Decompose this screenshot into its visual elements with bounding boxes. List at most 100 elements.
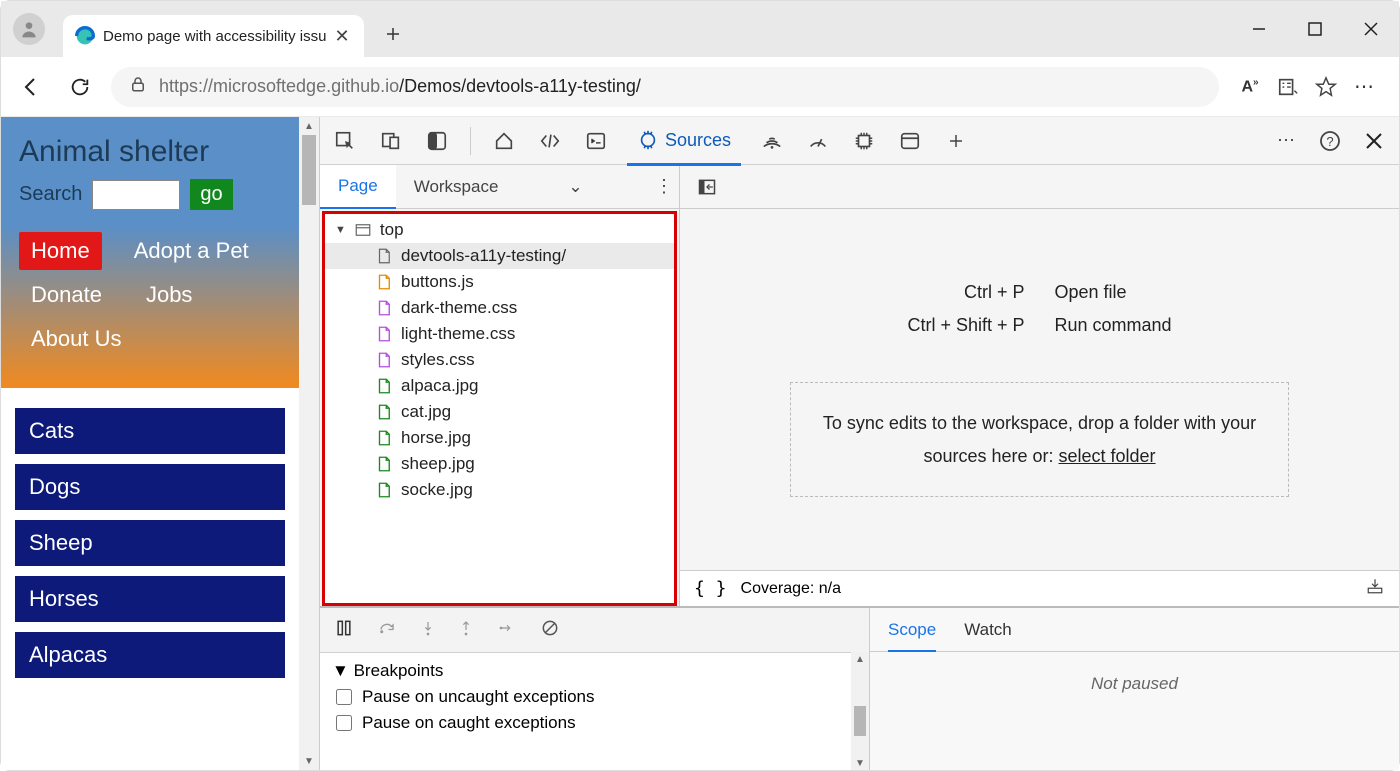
step-into-icon[interactable] [420, 618, 436, 643]
window-close-button[interactable] [1343, 5, 1399, 53]
file-icon [375, 376, 393, 396]
shortcut-desc: Run command [1055, 315, 1225, 336]
performance-tab-icon[interactable] [803, 126, 833, 156]
tree-top-folder[interactable]: ▼ top [325, 220, 674, 243]
network-tab-icon[interactable] [757, 126, 787, 156]
add-tab-icon[interactable] [941, 126, 971, 156]
shortcut-keys: Ctrl + P [855, 282, 1025, 303]
scroll-up-icon[interactable]: ▲ [855, 652, 865, 666]
tree-file-row[interactable]: alpaca.jpg [325, 373, 674, 399]
shortcut-desc: Open file [1055, 282, 1225, 303]
pause-caught-checkbox[interactable] [336, 715, 352, 731]
devtools-more-icon[interactable]: ⋯ [1271, 126, 1301, 156]
inspect-element-icon[interactable] [330, 126, 360, 156]
memory-tab-icon[interactable] [849, 126, 879, 156]
toggle-navigator-icon[interactable] [692, 172, 722, 202]
workspace-subtab[interactable]: Workspace⌄ [396, 165, 601, 209]
pause-button[interactable] [334, 618, 354, 643]
nav-jobs[interactable]: Jobs [134, 276, 204, 314]
file-name: light-theme.css [401, 324, 515, 344]
nav-about[interactable]: About Us [19, 320, 134, 358]
console-tab-icon[interactable] [581, 126, 611, 156]
sources-tab[interactable]: Sources [627, 118, 741, 166]
address-bar[interactable]: https://microsoftedge.github.io/Demos/de… [111, 67, 1219, 107]
tree-file-row[interactable]: light-theme.css [325, 321, 674, 347]
drawer-scrollbar[interactable]: ▲ ▼ [851, 652, 869, 770]
tree-file-row[interactable]: socke.jpg [325, 477, 674, 503]
download-icon[interactable] [1365, 577, 1385, 600]
animal-alpacas[interactable]: Alpacas [15, 632, 285, 678]
pause-uncaught-checkbox[interactable] [336, 689, 352, 705]
elements-tab-icon[interactable] [535, 126, 565, 156]
tab-close-icon[interactable]: ✕ [334, 26, 349, 47]
tree-file-row[interactable]: cat.jpg [325, 399, 674, 425]
file-name: styles.css [401, 350, 475, 370]
scroll-up-icon[interactable]: ▲ [304, 117, 314, 135]
format-icon[interactable]: { } [694, 578, 727, 599]
address-toolbar: https://microsoftedge.github.io/Demos/de… [1, 57, 1399, 117]
welcome-tab-icon[interactable] [489, 126, 519, 156]
favorite-icon[interactable] [1309, 70, 1343, 104]
back-button[interactable] [15, 70, 49, 104]
breakpoints-header[interactable]: ▼ Breakpoints [332, 661, 857, 681]
tree-file-row[interactable]: styles.css [325, 347, 674, 373]
go-button[interactable]: go [190, 179, 232, 210]
file-name: horse.jpg [401, 428, 471, 448]
url-text: https://microsoftedge.github.io/Demos/de… [159, 76, 641, 97]
expand-triangle-icon[interactable]: ▼ [335, 224, 346, 236]
file-name: cat.jpg [401, 402, 451, 422]
file-icon [375, 480, 393, 500]
devtools-tabbar: Sources ⋯ ? [320, 117, 1399, 165]
application-tab-icon[interactable] [895, 126, 925, 156]
nav-home[interactable]: Home [19, 232, 102, 270]
new-tab-button[interactable] [378, 19, 408, 49]
scroll-thumb[interactable] [302, 135, 316, 205]
scope-tab[interactable]: Scope [888, 620, 936, 652]
document-icon [375, 246, 393, 266]
tree-folder-row[interactable]: devtools-a11y-testing/ [325, 243, 674, 269]
file-name: buttons.js [401, 272, 474, 292]
more-menu-icon[interactable]: ⋯ [1347, 70, 1381, 104]
read-aloud-icon[interactable]: A» [1233, 70, 1267, 104]
devtools-close-icon[interactable] [1359, 126, 1389, 156]
window-minimize-button[interactable] [1231, 5, 1287, 53]
step-out-icon[interactable] [458, 618, 474, 643]
not-paused-message: Not paused [870, 652, 1399, 716]
watch-tab[interactable]: Watch [964, 620, 1012, 640]
scroll-down-icon[interactable]: ▼ [855, 756, 865, 770]
navigator-more-icon[interactable]: ⋮ [649, 172, 679, 202]
animal-dogs[interactable]: Dogs [15, 464, 285, 510]
dock-side-icon[interactable] [422, 126, 452, 156]
step-icon[interactable] [496, 620, 518, 641]
animal-horses[interactable]: Horses [15, 576, 285, 622]
pause-uncaught-row[interactable]: Pause on uncaught exceptions [332, 681, 857, 707]
chevron-down-icon: ⌄ [568, 177, 582, 197]
nav-donate[interactable]: Donate [19, 276, 114, 314]
step-over-icon[interactable] [376, 619, 398, 642]
nav-adopt[interactable]: Adopt a Pet [122, 232, 261, 270]
tree-file-row[interactable]: buttons.js [325, 269, 674, 295]
animal-sheep[interactable]: Sheep [15, 520, 285, 566]
file-icon [375, 428, 393, 448]
pause-caught-row[interactable]: Pause on caught exceptions [332, 707, 857, 733]
scroll-down-icon[interactable]: ▼ [304, 752, 314, 770]
search-input[interactable] [92, 180, 180, 210]
devtools-help-icon[interactable]: ? [1315, 126, 1345, 156]
select-folder-link[interactable]: select folder [1059, 446, 1156, 466]
device-toolbar-icon[interactable] [376, 126, 406, 156]
animal-cats[interactable]: Cats [15, 408, 285, 454]
page-subtab[interactable]: Page [320, 165, 396, 209]
window-maximize-button[interactable] [1287, 5, 1343, 53]
tree-file-row[interactable]: horse.jpg [325, 425, 674, 451]
scroll-thumb[interactable] [854, 706, 866, 736]
workspace-drop-zone[interactable]: To sync edits to the workspace, drop a f… [790, 382, 1289, 497]
deactivate-breakpoints-icon[interactable] [540, 618, 560, 643]
svg-text:?: ? [1326, 134, 1333, 149]
refresh-button[interactable] [63, 70, 97, 104]
page-scrollbar[interactable]: ▲ ▼ [299, 117, 319, 770]
tree-file-row[interactable]: dark-theme.css [325, 295, 674, 321]
tree-file-row[interactable]: sheep.jpg [325, 451, 674, 477]
reading-list-icon[interactable] [1271, 70, 1305, 104]
browser-tab[interactable]: Demo page with accessibility issu ✕ [63, 15, 364, 57]
profile-avatar-icon[interactable] [13, 13, 45, 45]
